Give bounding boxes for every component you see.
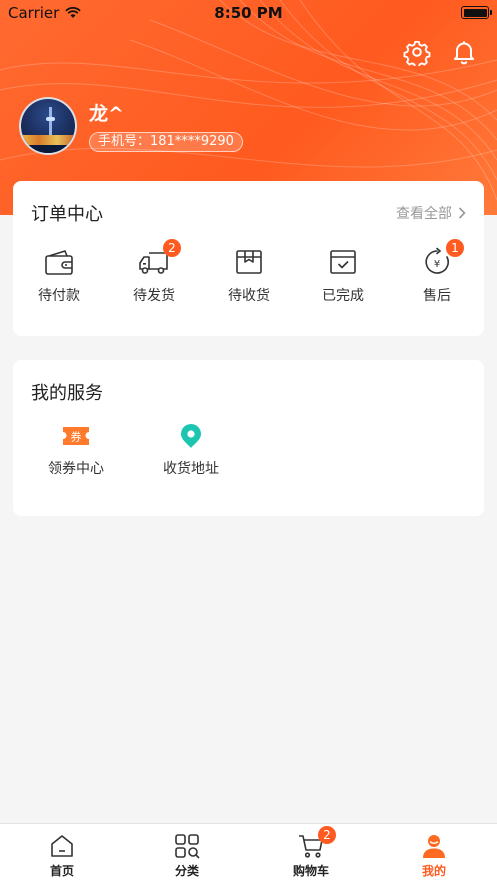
order-center-title: 订单中心 bbox=[31, 204, 103, 225]
cart-icon: 2 bbox=[298, 826, 336, 859]
coupon-icon: 券 bbox=[61, 422, 91, 450]
order-status-pending-shipment[interactable]: 2 待发货 bbox=[108, 239, 200, 305]
coupon-icon-text: 券 bbox=[71, 430, 82, 444]
tab-label: 分类 bbox=[174, 864, 199, 878]
wallet-icon bbox=[42, 247, 76, 277]
phone-number-badge: 手机号：181****9290 bbox=[89, 132, 243, 152]
order-status-pending-payment[interactable]: 待付款 bbox=[13, 247, 105, 305]
clock: 8:50 PM bbox=[214, 4, 283, 22]
order-status-completed[interactable]: 已完成 bbox=[297, 247, 389, 305]
tab-mine[interactable]: 我的 bbox=[384, 833, 484, 879]
service-label: 收货地址 bbox=[163, 461, 219, 477]
tab-home[interactable]: 首页 bbox=[12, 833, 112, 879]
status-bar: Carrier 8:50 PM bbox=[0, 0, 497, 26]
tab-category[interactable]: 分类 bbox=[137, 833, 237, 879]
after-sales-badge: 1 bbox=[446, 239, 464, 257]
order-status-label: 售后 bbox=[423, 288, 451, 304]
order-center-card: 订单中心 查看全部 待付款 2 待发货 待收货 已完成 ¥ 1 售后 bbox=[13, 181, 484, 336]
battery-icon bbox=[461, 6, 492, 19]
view-all-label: 查看全部 bbox=[396, 206, 452, 222]
my-services-card: 我的服务 券 领券中心 收货地址 bbox=[13, 360, 484, 516]
tab-label: 购物车 bbox=[292, 864, 329, 878]
location-pin-icon bbox=[176, 422, 206, 450]
package-icon bbox=[232, 247, 266, 277]
bell-icon[interactable] bbox=[450, 38, 478, 66]
service-label: 领券中心 bbox=[48, 461, 104, 477]
pending-shipment-badge: 2 bbox=[163, 239, 181, 257]
my-services-title: 我的服务 bbox=[31, 383, 103, 404]
category-grid-icon bbox=[174, 833, 200, 859]
refund-icon: ¥ 1 bbox=[420, 239, 464, 277]
cart-count-badge: 2 bbox=[318, 826, 336, 844]
username: 龙^ bbox=[89, 103, 124, 125]
order-status-label: 已完成 bbox=[322, 288, 364, 304]
coupon-center-item[interactable]: 券 领券中心 bbox=[21, 422, 131, 478]
shipping-address-item[interactable]: 收货地址 bbox=[136, 422, 246, 478]
tab-cart[interactable]: 2 购物车 bbox=[261, 826, 361, 879]
svg-text:¥: ¥ bbox=[434, 259, 440, 270]
settings-icon[interactable] bbox=[403, 38, 431, 69]
order-status-after-sales[interactable]: ¥ 1 售后 bbox=[391, 239, 483, 305]
tab-label: 我的 bbox=[421, 864, 446, 878]
profile-screen: Carrier 8:50 PM 龙^ 手机号：181****9290 订单中心 … bbox=[0, 0, 497, 883]
home-icon bbox=[49, 833, 75, 859]
bottom-tab-bar: 首页 分类 2 购物车 我的 bbox=[0, 823, 497, 883]
tab-label: 首页 bbox=[49, 864, 74, 878]
chevron-right-icon bbox=[458, 207, 466, 219]
order-status-label: 待付款 bbox=[38, 288, 80, 304]
user-icon bbox=[421, 833, 447, 859]
order-status-label: 待发货 bbox=[133, 288, 175, 304]
avatar[interactable] bbox=[19, 97, 77, 155]
truck-icon: 2 bbox=[137, 239, 181, 277]
order-status-pending-receipt[interactable]: 待收货 bbox=[203, 247, 295, 305]
order-status-label: 待收货 bbox=[228, 288, 270, 304]
completed-box-icon bbox=[326, 247, 360, 277]
view-all-orders-link[interactable]: 查看全部 bbox=[396, 203, 466, 223]
